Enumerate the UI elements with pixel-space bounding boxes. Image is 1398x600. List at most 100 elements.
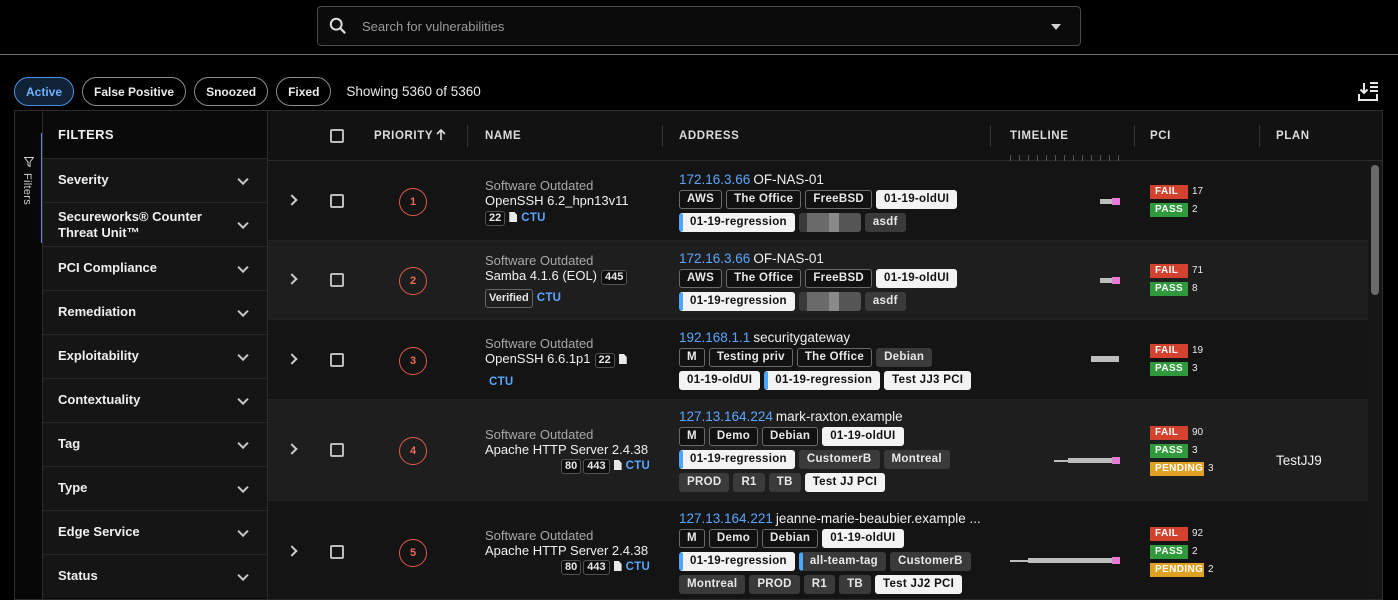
vuln-name[interactable]: Software Outdated OpenSSH 6.6.1p1 22 CTU bbox=[485, 336, 670, 390]
search-input[interactable] bbox=[362, 18, 1022, 34]
export-icon[interactable] bbox=[1356, 79, 1380, 103]
filter-severity[interactable]: Severity bbox=[43, 158, 267, 202]
asset-tag[interactable]: 01-19-oldUI bbox=[822, 529, 904, 548]
filters-rail[interactable]: Filters bbox=[14, 110, 43, 600]
asset-tag[interactable]: Montreal bbox=[883, 450, 950, 469]
col-timeline[interactable]: TIMELINE bbox=[1010, 130, 1068, 142]
asset-tag[interactable]: M bbox=[679, 348, 705, 367]
asset-tag[interactable]: all-team-tag bbox=[798, 552, 887, 571]
filter-remediation[interactable]: Remediation bbox=[43, 290, 267, 334]
col-plan[interactable]: PLAN bbox=[1276, 130, 1310, 142]
scrollbar-thumb[interactable] bbox=[1371, 165, 1379, 295]
asset-tag[interactable]: asdf bbox=[864, 292, 906, 311]
col-pci[interactable]: PCI bbox=[1150, 130, 1171, 142]
ip-link[interactable]: 127.13.164.221 bbox=[679, 511, 773, 526]
table-row[interactable]: 3 Software Outdated OpenSSH 6.6.1p1 22 CT… bbox=[268, 320, 1368, 400]
row-checkbox[interactable] bbox=[330, 273, 344, 287]
tab-fixed[interactable]: Fixed bbox=[276, 77, 332, 106]
ctu-link[interactable]: CTU bbox=[521, 212, 546, 224]
filter-pci-compliance[interactable]: PCI Compliance bbox=[43, 246, 267, 290]
asset-tag[interactable]: FreeBSD bbox=[805, 190, 873, 209]
row-checkbox[interactable] bbox=[330, 545, 344, 559]
asset-tag[interactable]: PROD bbox=[749, 575, 800, 594]
filter-contextuality[interactable]: Contextuality bbox=[43, 378, 267, 422]
asset-tag[interactable]: Montreal bbox=[679, 575, 746, 594]
filter-status[interactable]: Status bbox=[43, 554, 267, 598]
vuln-name[interactable]: Software Outdated Samba 4.1.6 (EOL) 445 V… bbox=[485, 253, 670, 308]
asset-tag[interactable]: AWS bbox=[679, 190, 723, 209]
asset-tag[interactable]: Debian bbox=[876, 348, 933, 367]
filter-tag[interactable]: Tag bbox=[43, 422, 267, 466]
asset-tag[interactable]: PROD bbox=[679, 473, 730, 492]
ctu-link[interactable]: CTU bbox=[489, 376, 514, 388]
select-all-checkbox[interactable] bbox=[330, 129, 344, 143]
asset-tag[interactable]: 01-19-regression bbox=[679, 292, 795, 311]
table-row[interactable]: 2 Software Outdated Samba 4.1.6 (EOL) 445… bbox=[268, 241, 1368, 320]
ip-link[interactable]: 192.168.1.1 bbox=[679, 330, 750, 345]
asset-tag[interactable]: M bbox=[679, 427, 705, 446]
sort-arrow-up-icon[interactable] bbox=[436, 129, 446, 141]
asset-tag[interactable]: Debian bbox=[762, 529, 819, 548]
col-name[interactable]: NAME bbox=[485, 130, 521, 142]
row-checkbox[interactable] bbox=[330, 353, 344, 367]
asset-tag[interactable]: Test JJ2 PCI bbox=[875, 575, 963, 594]
asset-tag[interactable]: Demo bbox=[708, 529, 759, 548]
asset-tag[interactable]: Testing priv bbox=[708, 348, 793, 367]
asset-tag[interactable]: TB bbox=[839, 575, 872, 594]
asset-tag[interactable]: R1 bbox=[803, 575, 836, 594]
asset-tag[interactable]: 01-19-regression bbox=[679, 552, 795, 571]
vuln-name[interactable]: Software Outdated Apache HTTP Server 2.4… bbox=[485, 427, 670, 457]
filter-edge-service[interactable]: Edge Service bbox=[43, 510, 267, 554]
tab-snoozed[interactable]: Snoozed bbox=[194, 77, 269, 106]
vuln-name[interactable]: Software Outdated Apache HTTP Server 2.4… bbox=[485, 528, 670, 558]
filter-exploitability[interactable]: Exploitability bbox=[43, 334, 267, 378]
asset-tag[interactable]: AWS bbox=[679, 269, 723, 288]
filter-type[interactable]: Type bbox=[43, 466, 267, 510]
asset-tag[interactable]: 01-19-oldUI bbox=[876, 269, 958, 288]
asset-tag[interactable]: M bbox=[679, 529, 705, 548]
table-row[interactable]: 4 Software Outdated Apache HTTP Server 2… bbox=[268, 400, 1368, 501]
ctu-link[interactable]: CTU bbox=[537, 292, 562, 304]
ctu-link[interactable]: CTU bbox=[626, 561, 651, 573]
asset-tag[interactable]: The Office bbox=[726, 190, 802, 209]
expand-row-icon[interactable] bbox=[286, 443, 298, 455]
search-box[interactable] bbox=[317, 6, 1081, 46]
asset-tag[interactable]: 01-19-regression bbox=[679, 213, 795, 232]
asset-tag[interactable]: TB bbox=[768, 473, 801, 492]
asset-tag[interactable]: 01-19-oldUI bbox=[876, 190, 958, 209]
asset-tag[interactable]: 01-19-regression bbox=[679, 450, 795, 469]
asset-tag[interactable]: asdf bbox=[864, 213, 906, 232]
asset-tag[interactable]: FreeBSD bbox=[805, 269, 873, 288]
asset-tag[interactable]: R1 bbox=[733, 473, 765, 492]
asset-tag[interactable]: CustomerB bbox=[798, 450, 880, 469]
table-row[interactable]: 1 Software Outdated OpenSSH 6.2_hpn13v11… bbox=[268, 162, 1368, 241]
ip-link[interactable]: 172.16.3.66 bbox=[679, 251, 750, 266]
asset-tag[interactable]: Test JJ3 PCI bbox=[884, 371, 972, 390]
col-address[interactable]: ADDRESS bbox=[679, 130, 739, 142]
table-scrollbar[interactable] bbox=[1368, 161, 1382, 599]
tab-active[interactable]: Active bbox=[14, 77, 75, 106]
vuln-name[interactable]: Software Outdated OpenSSH 6.2_hpn13v11 2… bbox=[485, 178, 670, 226]
dropdown-caret-icon[interactable] bbox=[1051, 24, 1061, 30]
asset-tag[interactable]: Test JJ PCI bbox=[804, 473, 886, 492]
col-priority[interactable]: PRIORITY bbox=[374, 130, 433, 142]
filter-ctu[interactable]: Secureworks® Counter Threat Unit™ bbox=[43, 202, 267, 246]
asset-tag[interactable]: 01-19-regression bbox=[764, 371, 881, 390]
expand-row-icon[interactable] bbox=[286, 545, 298, 557]
asset-tag[interactable]: Demo bbox=[708, 427, 759, 446]
asset-tag[interactable]: CustomerB bbox=[890, 552, 971, 571]
asset-tag[interactable]: 01-19-oldUI bbox=[679, 371, 761, 390]
table-row[interactable]: 5 Software Outdated Apache HTTP Server 2… bbox=[268, 501, 1368, 599]
asset-tag[interactable]: 01-19-oldUI bbox=[822, 427, 904, 446]
tab-false-positive[interactable]: False Positive bbox=[82, 77, 187, 106]
ip-link[interactable]: 172.16.3.66 bbox=[679, 172, 750, 187]
plan-name[interactable]: TestJJ9 bbox=[1276, 453, 1322, 468]
asset-tag[interactable]: Debian bbox=[762, 427, 819, 446]
ctu-link[interactable]: CTU bbox=[626, 460, 651, 472]
ip-link[interactable]: 127.13.164.224 bbox=[679, 409, 773, 424]
asset-tag[interactable]: The Office bbox=[796, 348, 873, 367]
expand-row-icon[interactable] bbox=[286, 273, 298, 285]
asset-tag[interactable]: The Office bbox=[726, 269, 802, 288]
expand-row-icon[interactable] bbox=[286, 194, 298, 206]
expand-row-icon[interactable] bbox=[286, 353, 298, 365]
